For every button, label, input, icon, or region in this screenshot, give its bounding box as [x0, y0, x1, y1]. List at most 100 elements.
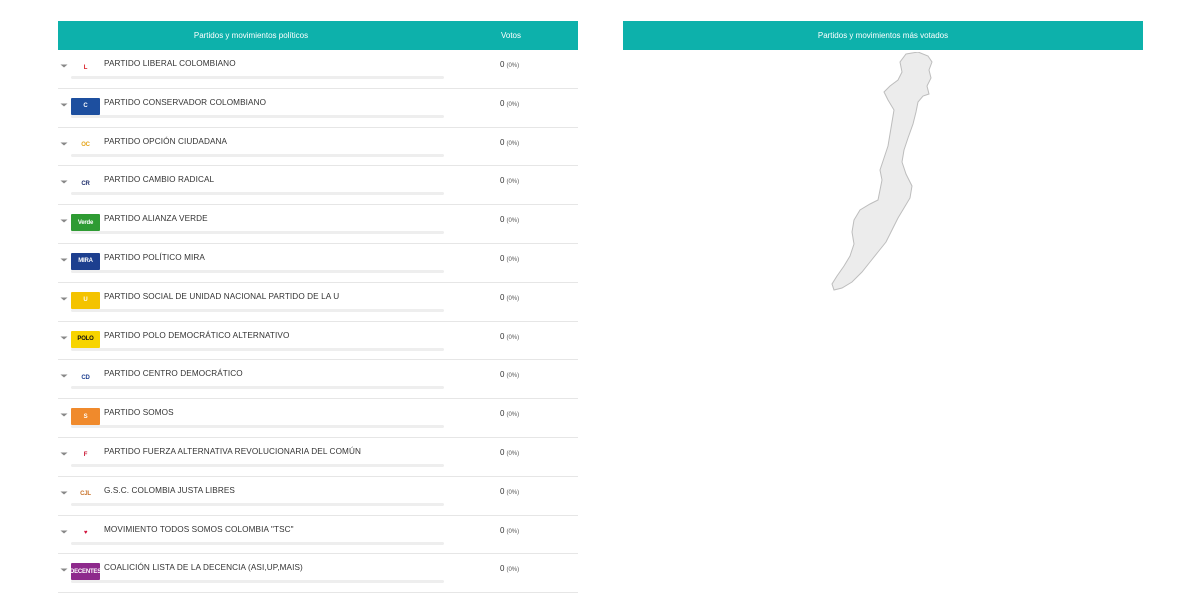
vote-share-bar [71, 541, 444, 545]
party-logo-icon: U [71, 291, 100, 309]
party-row[interactable]: F PARTIDO FUERZA ALTERNATIVA REVOLUCIONA… [58, 438, 578, 477]
party-logo-icon: L [71, 59, 100, 76]
party-row[interactable]: L PARTIDO LIBERAL COLOMBIANO 0 (0%) [58, 50, 578, 89]
party-name: G.S.C. COLOMBIA JUSTA LIBRES [104, 485, 235, 495]
party-row[interactable]: MIRA PARTIDO POLÍTICO MIRA 0 (0%) [58, 244, 578, 283]
party-logo-icon: CJL [71, 485, 100, 503]
chevron-down-icon[interactable] [60, 101, 68, 109]
vote-count: 0 [500, 447, 505, 457]
party-row[interactable]: DECENTES COALICIÓN LISTA DE LA DECENCIA … [58, 554, 578, 594]
party-votes: 0 (0%) [500, 448, 519, 457]
chevron-down-icon[interactable] [60, 411, 68, 419]
party-row[interactable]: OC PARTIDO OPCIÓN CIUDADANA 0 (0%) [58, 128, 578, 167]
party-name: PARTIDO SOMOS [104, 408, 174, 418]
chevron-down-icon[interactable] [60, 62, 68, 70]
party-votes: 0 (0%) [500, 370, 519, 379]
party-name: COALICIÓN LISTA DE LA DECENCIA (ASI,UP,M… [104, 563, 303, 573]
chevron-down-icon[interactable] [60, 450, 68, 458]
party-logo-icon: CR [71, 175, 100, 193]
chevron-down-icon[interactable] [60, 566, 68, 574]
party-votes: 0 (0%) [500, 60, 519, 69]
party-votes: 0 (0%) [500, 215, 519, 224]
vote-share-bar [71, 502, 444, 506]
party-logo-text: POLO [77, 336, 94, 343]
party-name: PARTIDO CENTRO DEMOCRÁTICO [104, 369, 243, 379]
results-table: Partidos y movimientos políticos Votos L… [58, 21, 578, 594]
chevron-down-icon[interactable] [60, 334, 68, 342]
party-row[interactable]: C PARTIDO CONSERVADOR COLOMBIANO 0 (0%) [58, 89, 578, 128]
party-votes: 0 (0%) [500, 99, 519, 108]
party-logo-text: ♥ [83, 530, 88, 537]
party-votes: 0 (0%) [500, 564, 519, 573]
party-logo-text: U [83, 297, 88, 304]
party-logo-icon: F [71, 446, 100, 464]
chevron-down-icon[interactable] [60, 256, 68, 264]
party-row[interactable]: CR PARTIDO CAMBIO RADICAL 0 (0%) [58, 166, 578, 206]
party-row[interactable]: U PARTIDO SOCIAL DE UNIDAD NACIONAL PART… [58, 283, 578, 322]
vote-percentage: (0%) [506, 256, 520, 263]
party-name: PARTIDO POLÍTICO MIRA [104, 252, 205, 262]
vote-share-bar [71, 386, 444, 390]
vote-share-bar [71, 231, 444, 235]
party-row[interactable]: CJL G.S.C. COLOMBIA JUSTA LIBRES 0 (0%) [58, 477, 578, 516]
chevron-down-icon[interactable] [60, 217, 68, 225]
party-logo-icon: ♥ [71, 524, 100, 542]
vote-count: 0 [500, 292, 505, 302]
chevron-down-icon[interactable] [60, 489, 68, 497]
vote-percentage: (0%) [506, 334, 520, 341]
vote-share-bar [71, 463, 444, 467]
party-logo-icon: S [71, 408, 100, 426]
vote-percentage: (0%) [506, 528, 520, 535]
vote-share-bar [71, 269, 444, 273]
party-logo-icon: C [71, 97, 100, 115]
vote-share-bar [71, 76, 444, 79]
vote-count: 0 [500, 137, 505, 147]
vote-share-bar [71, 580, 444, 584]
vote-share-bar [71, 153, 444, 157]
vote-share-bar [71, 425, 444, 429]
vote-count: 0 [500, 409, 505, 419]
vote-share-bar [71, 308, 444, 312]
party-votes: 0 (0%) [500, 293, 519, 302]
vote-share-bar [71, 114, 444, 118]
vote-percentage: (0%) [506, 179, 520, 186]
vote-percentage: (0%) [506, 412, 520, 419]
party-votes: 0 (0%) [500, 254, 519, 263]
party-name: PARTIDO ALIANZA VERDE [104, 214, 208, 224]
chevron-down-icon[interactable] [60, 528, 68, 536]
party-logo-text: CR [81, 180, 90, 187]
party-logo-icon: POLO [71, 330, 100, 348]
party-logo-text: CJL [80, 491, 91, 498]
party-logo-text: CD [81, 374, 90, 381]
party-votes: 0 (0%) [500, 487, 519, 496]
party-row[interactable]: POLO PARTIDO POLO DEMOCRÁTICO ALTERNATIV… [58, 322, 578, 361]
party-logo-icon: CD [71, 369, 100, 387]
vote-percentage: (0%) [506, 101, 520, 108]
vote-count: 0 [500, 331, 505, 341]
party-logo-text: DECENTES [69, 568, 102, 575]
chevron-down-icon[interactable] [60, 295, 68, 303]
vote-percentage: (0%) [506, 489, 520, 496]
party-row[interactable]: Verde PARTIDO ALIANZA VERDE 0 (0%) [58, 205, 578, 244]
vote-count: 0 [500, 60, 505, 69]
party-name: PARTIDO FUERZA ALTERNATIVA REVOLUCIONARI… [104, 446, 361, 456]
party-logo-text: OC [81, 142, 90, 149]
vote-share-bar [71, 347, 444, 351]
party-name: MOVIMIENTO TODOS SOMOS COLOMBIA "TSC" [104, 524, 294, 534]
party-row[interactable]: S PARTIDO SOMOS 0 (0%) [58, 399, 578, 438]
party-name: PARTIDO POLO DEMOCRÁTICO ALTERNATIVO [104, 330, 290, 340]
vote-count: 0 [500, 176, 505, 186]
party-name: PARTIDO OPCIÓN CIUDADANA [104, 136, 228, 146]
chevron-down-icon[interactable] [60, 372, 68, 380]
party-row[interactable]: CD PARTIDO CENTRO DEMOCRÁTICO 0 (0%) [58, 360, 578, 400]
party-logo-text: S [83, 413, 88, 420]
party-name: PARTIDO CAMBIO RADICAL [104, 175, 215, 185]
party-row[interactable]: ♥ MOVIMIENTO TODOS SOMOS COLOMBIA "TSC" … [58, 516, 578, 555]
chevron-down-icon[interactable] [60, 140, 68, 148]
top-parties-panel: Partidos y movimientos más votados [623, 21, 1143, 50]
colombia-map-icon[interactable] [828, 51, 938, 292]
chevron-down-icon[interactable] [60, 178, 68, 186]
vote-count: 0 [500, 525, 505, 535]
party-votes: 0 (0%) [500, 332, 519, 341]
column-header-votes: Votos [500, 31, 521, 40]
